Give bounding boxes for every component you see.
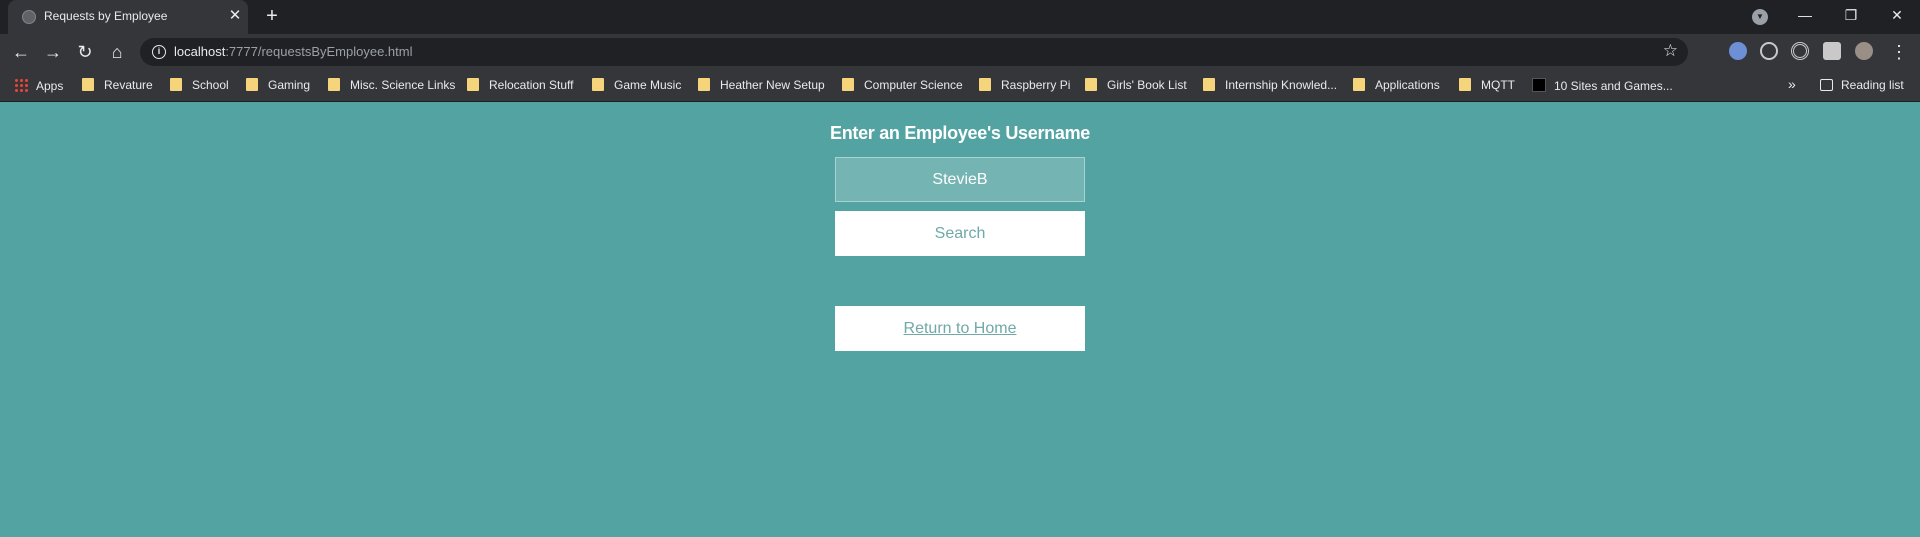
bookmark-folder[interactable]: Applications [1353, 78, 1440, 96]
folder-icon [82, 78, 94, 91]
url-text[interactable]: localhost:7777/requestsByEmployee.html [174, 44, 412, 59]
bookmark-folder[interactable]: Misc. Science Links [328, 78, 455, 96]
bookmark-folder[interactable]: Relocation Stuff [467, 78, 574, 96]
bookmark-folder[interactable]: School [170, 78, 229, 96]
bookmark-folder[interactable]: Game Music [592, 78, 681, 96]
bookmark-star-icon[interactable]: ☆ [1663, 41, 1678, 61]
folder-icon [1203, 78, 1215, 91]
bookmark-folder[interactable]: Internship Knowled... [1203, 78, 1337, 96]
folder-icon [1353, 78, 1365, 91]
react-devtools-icon[interactable] [1760, 42, 1778, 60]
reading-list-button[interactable]: Reading list [1820, 78, 1904, 92]
bookmarks-overflow-icon[interactable]: » [1788, 76, 1796, 92]
new-tab-button[interactable]: + [260, 5, 284, 29]
home-icon[interactable]: ⌂ [104, 39, 130, 65]
search-button[interactable]: Search [835, 211, 1085, 256]
folder-icon [592, 78, 604, 91]
folder-icon [328, 78, 340, 91]
folder-icon [1085, 78, 1097, 91]
tab-title: Requests by Employee [44, 9, 168, 23]
extension-icon[interactable] [1729, 42, 1747, 60]
folder-icon [170, 78, 182, 91]
browser-tab[interactable]: Requests by Employee ✕ [8, 0, 248, 34]
forward-button[interactable]: → [40, 39, 66, 65]
restore-button[interactable]: ❐ [1828, 0, 1874, 30]
more-menu-icon[interactable]: ⋮ [1886, 39, 1912, 65]
close-window-button[interactable]: ✕ [1874, 0, 1920, 30]
reload-button[interactable]: ↻ [72, 39, 98, 65]
reading-list-icon [1820, 79, 1833, 91]
avatar[interactable] [1855, 42, 1873, 60]
info-icon[interactable]: i [152, 45, 166, 59]
browser-toolbar: ← → ↻ ⌂ i localhost:7777/requestsByEmplo… [0, 34, 1920, 70]
folder-icon [698, 78, 710, 91]
bookmark-folder[interactable]: Computer Science [842, 78, 963, 96]
bookmark-folder[interactable]: Raspberry Pi [979, 78, 1070, 96]
browser-titlebar: Requests by Employee ✕ + ▼ — ❐ ✕ [0, 0, 1920, 34]
folder-icon [246, 78, 258, 91]
page-content: Enter an Employee's Username Search Retu… [0, 103, 1920, 537]
minimize-button[interactable]: — [1782, 0, 1828, 30]
folder-icon [842, 78, 854, 91]
site-favicon [1532, 78, 1546, 92]
return-home-link[interactable]: Return to Home [904, 320, 1017, 337]
puzzle-icon[interactable] [1823, 42, 1841, 60]
page-heading: Enter an Employee's Username [830, 123, 1090, 143]
folder-icon [467, 78, 479, 91]
globe-icon [22, 10, 36, 24]
back-button[interactable]: ← [8, 39, 34, 65]
bookmark-folder[interactable]: Heather New Setup [698, 78, 825, 96]
extension-ring-icon[interactable] [1791, 42, 1809, 60]
bookmarks-bar: Apps Revature School Gaming Misc. Scienc… [0, 70, 1920, 102]
bookmark-folder[interactable]: Gaming [246, 78, 310, 96]
bookmark-folder[interactable]: Girls' Book List [1085, 78, 1187, 96]
address-bar[interactable]: i localhost:7777/requestsByEmployee.html… [140, 38, 1688, 66]
return-home-button[interactable]: Return to Home [835, 306, 1085, 351]
close-tab-icon[interactable]: ✕ [226, 7, 244, 25]
username-input[interactable] [835, 157, 1085, 202]
apps-grid-icon [14, 78, 28, 92]
folder-icon [979, 78, 991, 91]
folder-icon [1459, 78, 1471, 91]
bookmark-site[interactable]: 10 Sites and Games... [1532, 78, 1673, 96]
bookmark-folder[interactable]: Revature [82, 78, 153, 96]
bookmark-apps[interactable]: Apps [14, 78, 63, 96]
tab-search-icon[interactable]: ▼ [1752, 9, 1768, 25]
bookmark-folder[interactable]: MQTT [1459, 78, 1515, 96]
